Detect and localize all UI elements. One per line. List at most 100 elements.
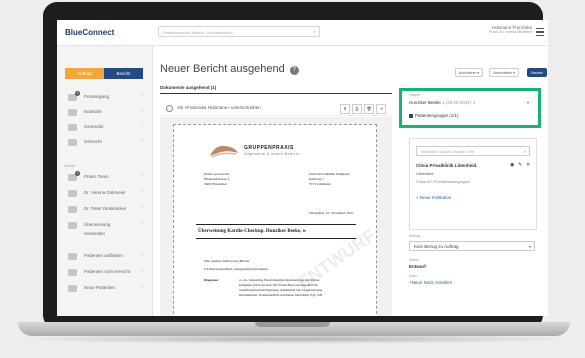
sender-line-2: Pflanzeldstrasse 3 [204,177,230,181]
top-bar: BlueConnect Patientensuche (Name, Geburt… [57,20,548,46]
checkbox-checked-icon [409,113,413,118]
page-title: Neuer Bericht ausgehend ? [160,63,299,75]
order-select[interactable]: Kein Bezug zu Auftrag ▾ [409,241,535,251]
chevron-right-icon: › [141,189,143,195]
sender-line-3: 3400 Winterthur [204,182,228,186]
recipient-line-1: Clinia Privatklinik Limmatal [309,172,350,176]
sidebar-folder-ueberweisung[interactable]: Überweisung versenden › [57,219,152,245]
delete-icon[interactable]: ✕ [526,162,530,168]
patient-dob: 1 (28.09.2001) [442,100,472,105]
sidebar-folder-nicht-erreicht[interactable]: Patienten nicht erreicht › [57,266,152,280]
help-icon[interactable]: ? [289,66,299,75]
print-icon[interactable]: ⎙ [352,104,362,114]
folder-label: Dr. Peter Dinkelacker [84,206,127,211]
new-note-label: Neue Notiz erstellen [411,280,453,285]
folder-label: Dr. Verena Dirkmeier [84,190,126,195]
recipient-line-2: Kittlweg 1 [309,177,324,181]
order-value: Kein Bezug zu Auftrag [414,244,459,249]
chevron-right-icon: › [141,108,143,114]
letter-body: Ich überweise Ihnen obengenannten Patien… [204,267,269,271]
order-label: Auftrag [409,234,421,238]
sidebar-item-geloescht[interactable]: Gelöscht › [57,136,152,150]
sidebar-folder-neue-patienten[interactable]: Neue Patienten › [57,282,152,296]
patient-name: Hunziker Beeke [409,100,441,105]
chevron-down-icon[interactable]: ▾ [527,100,529,105]
sidebar-folder-verena[interactable]: Dr. Verena Dirkmeier › [57,187,152,201]
drafts-icon [68,109,77,116]
chevron-down-icon: ▾ [528,244,531,249]
letter-subject: Überweisung Kardio-Checkup, Hunziker Bee… [198,229,307,234]
subject-rule-bottom [196,238,356,239]
document-viewer[interactable]: GRUPPENPRAXIS Allgemeine & Innere Medizi… [160,117,392,316]
app-logo[interactable]: BlueConnect [65,28,114,37]
delete-icon[interactable]: 🗑 [364,104,374,114]
chevron-right-icon: › [141,123,143,129]
folder-icon [68,285,77,292]
folders-section-label: Ordner [64,164,75,168]
patient-select[interactable]: Hunziker Beeke 1 (28.09.2001) ♀ [409,100,476,105]
institution-card: Institution suchen (Name, Ort) ⌕ Clinia … [409,138,537,230]
folder-label: Überweisung [84,222,111,227]
sidebar-item-label: Gelöscht [84,139,102,144]
documents-heading[interactable]: Dokumente ausgehend (1) [160,85,216,90]
laptop-notch [255,322,330,327]
sidebar-folder-peter[interactable]: Dr. Peter Dinkelacker › [57,203,152,217]
folder-icon [68,253,77,260]
chevron-right-icon: › [141,221,143,227]
new-note-link[interactable]: +Neue Notiz erstellen [409,280,452,285]
mode-switch: Auftrag Bericht [65,68,143,79]
folder-icon [68,269,77,276]
new-institution-link[interactable]: + Neue Institution [416,195,451,200]
folder-label-line2: versenden [84,231,106,236]
new-institution-label: Neue Institution [419,195,452,200]
edit-icon[interactable]: ✎ [518,162,522,168]
subject-rule-top [196,224,356,225]
move-dropdown-button[interactable]: Verschieben ▾ [489,68,519,77]
user-info[interactable]: Hubmann Franziska Praxis Dr. Verena Birk… [489,25,532,34]
patient-group-checkbox[interactable]: Patientengruppe (1/1) [409,113,459,118]
view-icon[interactable]: ◉ [510,162,514,168]
right-panel: Patient Hunziker Beeke 1 (28.09.2001) ♀ … [399,88,541,316]
practice-subtitle: Allgemeine & Innere Medizin [244,152,300,156]
inbox-count-badge: 3 [75,91,80,96]
search-icon: ⌕ [523,149,526,154]
practice-name: GRUPPENPRAXIS [244,145,294,151]
folder-icon [68,222,77,229]
archive-dropdown-button[interactable]: Archivieren ▾ [455,68,484,77]
status-value: Entwurf [409,264,426,269]
institution-name: Clinia Privatklinik Littenheid. [416,163,478,168]
patient-label: Patient [409,93,420,97]
folder-icon [68,206,77,213]
draft-watermark: ENTWURF [294,225,380,294]
diagnosis-label: Diagnose: [204,278,219,282]
folder-count-badge: 1 [75,171,80,176]
auftrag-tab[interactable]: Auftrag [65,68,104,79]
sidebar-item-posteingang[interactable]: 3 Posteingang › [57,91,152,105]
institution-search-input[interactable]: Institution suchen (Name, Ort) ⌕ [416,146,530,156]
patient-search-input[interactable]: Patientensuche (Name, Geburtsdatum) ⌕ [158,26,320,37]
sidebar: Auftrag Bericht 3 Posteingang › Entwürfe… [57,46,153,316]
chevron-right-icon: › [141,268,143,274]
user-practice: Praxis Dr. Verena Birkmeier [489,30,532,34]
sidebar-item-label: Gesendet [84,124,104,129]
sidebar-item-label: Posteingang [84,94,110,99]
sidebar-folder-aufbieten[interactable]: Patienten aufbieten › [57,250,152,264]
download-icon[interactable]: ⬇ [340,104,350,114]
app-screen: BlueConnect Patientensuche (Name, Geburt… [57,20,548,316]
sidebar-item-gesendet[interactable]: Gesendet › [57,121,152,135]
chevron-right-icon: › [141,205,143,211]
recipient-line-3: 3715 Limmatal [309,182,331,186]
chevron-right-icon: › [141,284,143,290]
sidebar-item-entwuerfe[interactable]: Entwürfe › [57,106,152,120]
sign-row: Als «Franziska Hubmann» unterschreiben ⬇… [160,101,392,116]
bericht-tab[interactable]: Bericht [104,68,143,79]
hamburger-menu-icon[interactable] [536,28,544,36]
main-content: Neuer Bericht ausgehend ? Archivieren ▾ … [153,46,548,316]
sidebar-folder-praxis-team[interactable]: 1 Praxis Team › [57,171,152,185]
send-button[interactable]: Senden [527,68,548,77]
sign-radio[interactable] [166,105,173,112]
institution-city: Littenheid [416,171,434,176]
folder-label: Neue Patienten [84,285,116,290]
expand-icon[interactable]: ⇥ [376,104,386,114]
search-placeholder: Patientensuche (Name, Geburtsdatum) [163,30,233,35]
